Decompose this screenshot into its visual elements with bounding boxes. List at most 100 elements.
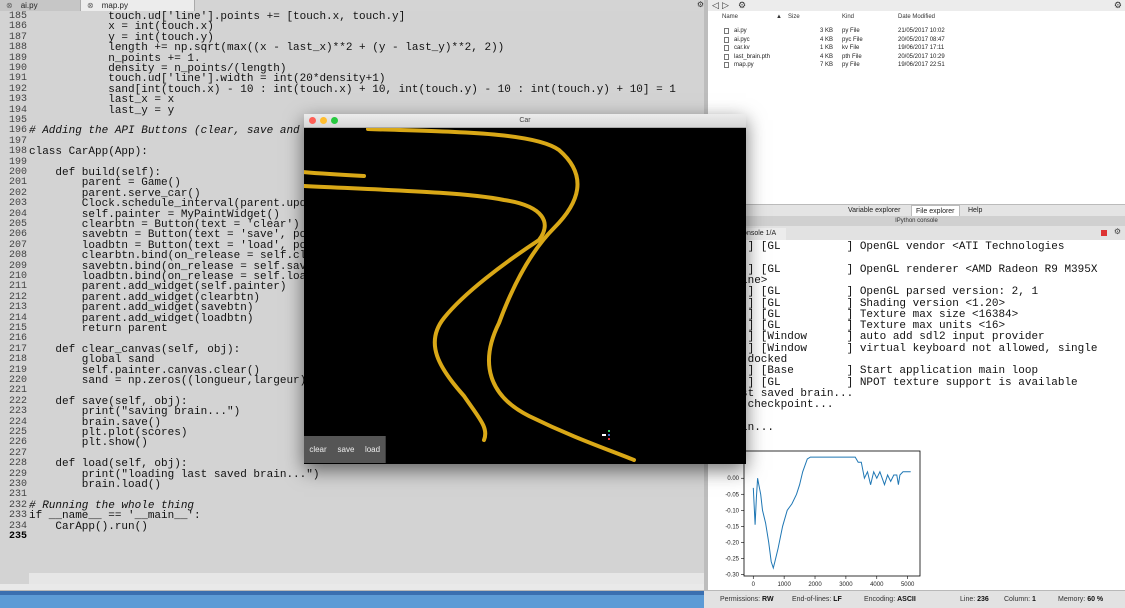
- status-column: Column: 1: [1004, 596, 1036, 603]
- status-permissions: Permissions: RW: [720, 596, 774, 603]
- x-tick-label: 5000: [901, 582, 915, 588]
- code-line: sand = np.zeros((longueur,largeur): [29, 375, 307, 387]
- status-encoding: Encoding: ASCII: [864, 596, 916, 603]
- pane-tab-bar: Variable explorer File explorer Help: [708, 204, 1125, 216]
- x-tick-label: 1000: [777, 582, 791, 588]
- file-row[interactable]: ai.pyc 4 KB pyc File 20/05/2017 08:47: [708, 36, 1125, 44]
- window-titlebar[interactable]: Car: [304, 114, 746, 128]
- close-tab-icon[interactable]: ⊗: [87, 1, 94, 10]
- road-outer-stroke: [366, 128, 636, 462]
- car-app-window[interactable]: Car clear save load: [304, 114, 746, 464]
- y-tick-label: -0.10: [725, 508, 739, 514]
- file-icon: [724, 45, 729, 51]
- stop-icon[interactable]: [1101, 230, 1107, 236]
- car-marker: [602, 434, 606, 436]
- file-size: 3 KB: [820, 28, 834, 34]
- y-tick-label: -0.20: [725, 540, 739, 546]
- file-kind: kv File: [842, 45, 860, 51]
- file-date: 20/05/2017 10:29: [898, 53, 945, 60]
- scores-line: [752, 456, 911, 570]
- x-tick-label: 4000: [870, 582, 884, 588]
- code-line: plt.show(): [29, 437, 148, 450]
- tab-file-explorer[interactable]: File explorer: [911, 205, 960, 216]
- column-header-name[interactable]: Name: [722, 14, 738, 20]
- tab-map-py[interactable]: ⊗ map.py: [80, 0, 195, 11]
- sort-arrow-icon: ▲: [776, 14, 782, 20]
- sensor-dot-green: [608, 430, 610, 432]
- ipython-console[interactable]: ] [GL ] OpenGL vendor <ATI Technologies …: [708, 240, 1125, 590]
- column-header-kind[interactable]: Kind: [842, 14, 854, 20]
- file-icon: [724, 36, 729, 43]
- x-tick-label: 3000: [839, 582, 853, 588]
- window-title: Car: [519, 117, 531, 124]
- forward-icon[interactable]: ▷: [722, 0, 729, 11]
- taskbar-strip-top: [0, 591, 704, 595]
- current-line-highlight: [29, 573, 704, 584]
- sensor-dot-red: [608, 438, 610, 440]
- clear-button[interactable]: clear: [304, 436, 333, 463]
- file-name: ai.py: [734, 28, 747, 34]
- file-size: 4 KB: [820, 36, 834, 43]
- column-header-date[interactable]: Date Modified: [898, 14, 935, 20]
- scores-plot: 0.050.00-0.05-0.10-0.15-0.20-0.25-0.3001…: [708, 445, 924, 590]
- file-name: ai.pyc: [734, 36, 750, 43]
- code-line: return parent: [29, 323, 168, 335]
- file-row[interactable]: ai.py 3 KB py File 21/05/2017 10:02: [708, 27, 1125, 35]
- file-explorer-pane: ◁ ▷ ⚙ ⚙ Name ▲ Size Kind Date Modified a…: [708, 0, 1125, 204]
- save-button[interactable]: save: [332, 436, 361, 463]
- file-row[interactable]: last_brain.pth 4 KB pth File 20/05/2017 10:…: [708, 53, 1125, 61]
- x-tick-label: 0: [752, 582, 756, 588]
- file-kind: py File: [842, 62, 860, 68]
- close-tab-icon[interactable]: ⊗: [6, 1, 13, 10]
- file-name: map.py: [734, 62, 754, 68]
- code-line: class CarApp(App):: [29, 146, 148, 159]
- file-icon: [724, 53, 729, 60]
- file-row[interactable]: car.kv 1 KB kv File 19/06/2017 17:11: [708, 44, 1125, 52]
- tab-variable-explorer[interactable]: Variable explorer: [844, 205, 904, 216]
- console-line: ] [GL ] OpenGL parsed version: 2, 1: [708, 286, 1039, 299]
- code-line: # Adding the API Buttons (clear, save an…: [29, 125, 300, 138]
- y-tick-label: -0.15: [725, 524, 739, 530]
- y-tick-label: -0.30: [725, 572, 739, 578]
- tab-ai-py[interactable]: ⊗ ai.py: [0, 0, 80, 11]
- status-bar: Permissions: RW End-of-lines: LF Encodin…: [0, 590, 1125, 608]
- tab-label: map.py: [101, 1, 128, 10]
- line-number: 235: [8, 531, 27, 542]
- options-icon[interactable]: ⚙: [697, 0, 704, 9]
- file-icon: [724, 62, 729, 68]
- y-tick-label: -0.25: [725, 556, 739, 562]
- load-button[interactable]: load: [360, 436, 386, 463]
- file-date: 19/06/2017 17:11: [898, 45, 945, 51]
- file-kind: py File: [842, 28, 860, 34]
- back-icon[interactable]: ◁: [712, 0, 719, 11]
- tab-help[interactable]: Help: [964, 205, 986, 216]
- line-number-gutter: 185 186 187 188 189 190 191 192 193 194 195 196 197 1…: [0, 11, 29, 584]
- road-strokes: [304, 128, 636, 462]
- y-tick-label: -0.05: [725, 492, 739, 498]
- console-line: ] [Window ] auto add sdl2 input provider: [708, 331, 1045, 344]
- file-size: 4 KB: [820, 53, 834, 60]
- file-row[interactable]: map.py 7 KB py File 19/06/2017 22:51: [708, 61, 1125, 69]
- status-eol: End-of-lines: LF: [792, 596, 842, 603]
- y-tick-label: 0.00: [727, 476, 739, 482]
- file-name: last_brain.pth: [734, 53, 771, 60]
- file-kind: pth File: [842, 53, 862, 60]
- pane-options-icon[interactable]: ⚙: [1114, 0, 1122, 11]
- console-line: ] [Base ] Start application main loop: [708, 365, 1039, 378]
- code-line: last_y = y: [29, 104, 175, 117]
- file-size: 1 KB: [820, 45, 834, 51]
- console-tab-bar: Console 1/A ⚙: [708, 226, 1125, 241]
- column-header-size[interactable]: Size: [788, 14, 800, 20]
- scores-chart: 0.050.00-0.05-0.10-0.15-0.20-0.25-0.3001…: [725, 450, 921, 588]
- file-date: 19/06/2017 22:51: [898, 62, 945, 68]
- paint-canvas[interactable]: [304, 128, 746, 464]
- sensor-dot-blue: [608, 434, 610, 436]
- file-name: car.kv: [734, 45, 750, 51]
- file-date: 20/05/2017 08:47: [898, 36, 945, 43]
- file-size: 7 KB: [820, 62, 834, 68]
- file-kind: pyc File: [842, 36, 863, 43]
- tab-label: ai.py: [20, 1, 38, 10]
- settings-icon[interactable]: ⚙: [738, 0, 746, 11]
- code-line: CarApp().run(): [29, 520, 148, 533]
- console-options-icon[interactable]: ⚙: [1114, 227, 1121, 236]
